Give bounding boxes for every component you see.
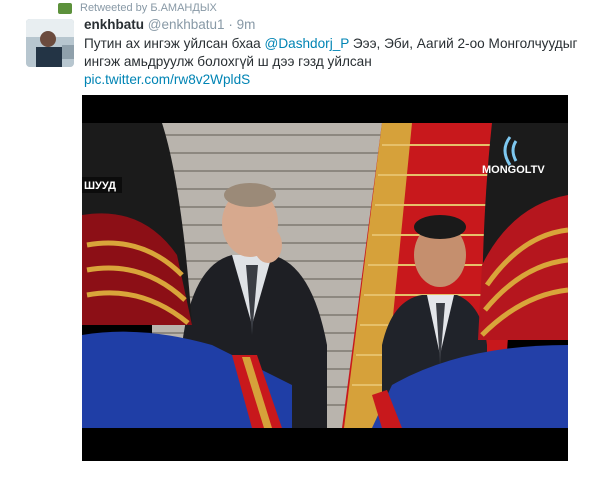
avatar-image xyxy=(26,19,74,67)
separator: · xyxy=(228,17,233,32)
tweet-text: Путин ах ингэж уйлсан бхаа @Dashdorj_P Э… xyxy=(84,35,584,89)
retweet-context: Retweeted by Б.АМАНДЫХ xyxy=(58,1,217,15)
author-name[interactable]: enkhbatu xyxy=(84,17,144,32)
retweet-icon xyxy=(58,2,72,14)
timestamp[interactable]: 9m xyxy=(237,17,256,32)
tv-logo-text: MONGOLTV xyxy=(482,164,545,176)
photo-scene: ШУУД MONGOLTV xyxy=(82,95,568,461)
tweet-header: enkhbatu @enkhbatu1 · 9m xyxy=(84,17,255,32)
mention-link[interactable]: @Dashdorj_P xyxy=(265,36,350,51)
tweet-text-part1: Путин ах ингэж уйлсан бхаа xyxy=(84,36,265,51)
media-image[interactable]: ШУУД MONGOLTV xyxy=(82,95,568,461)
retweet-label: Retweeted by Б.АМАНДЫХ xyxy=(80,2,217,14)
author-handle[interactable]: @enkhbatu1 xyxy=(148,17,225,32)
media-link[interactable]: pic.twitter.com/rw8v2WpldS xyxy=(84,72,250,87)
live-overlay: ШУУД xyxy=(84,180,116,192)
avatar[interactable] xyxy=(26,19,74,67)
